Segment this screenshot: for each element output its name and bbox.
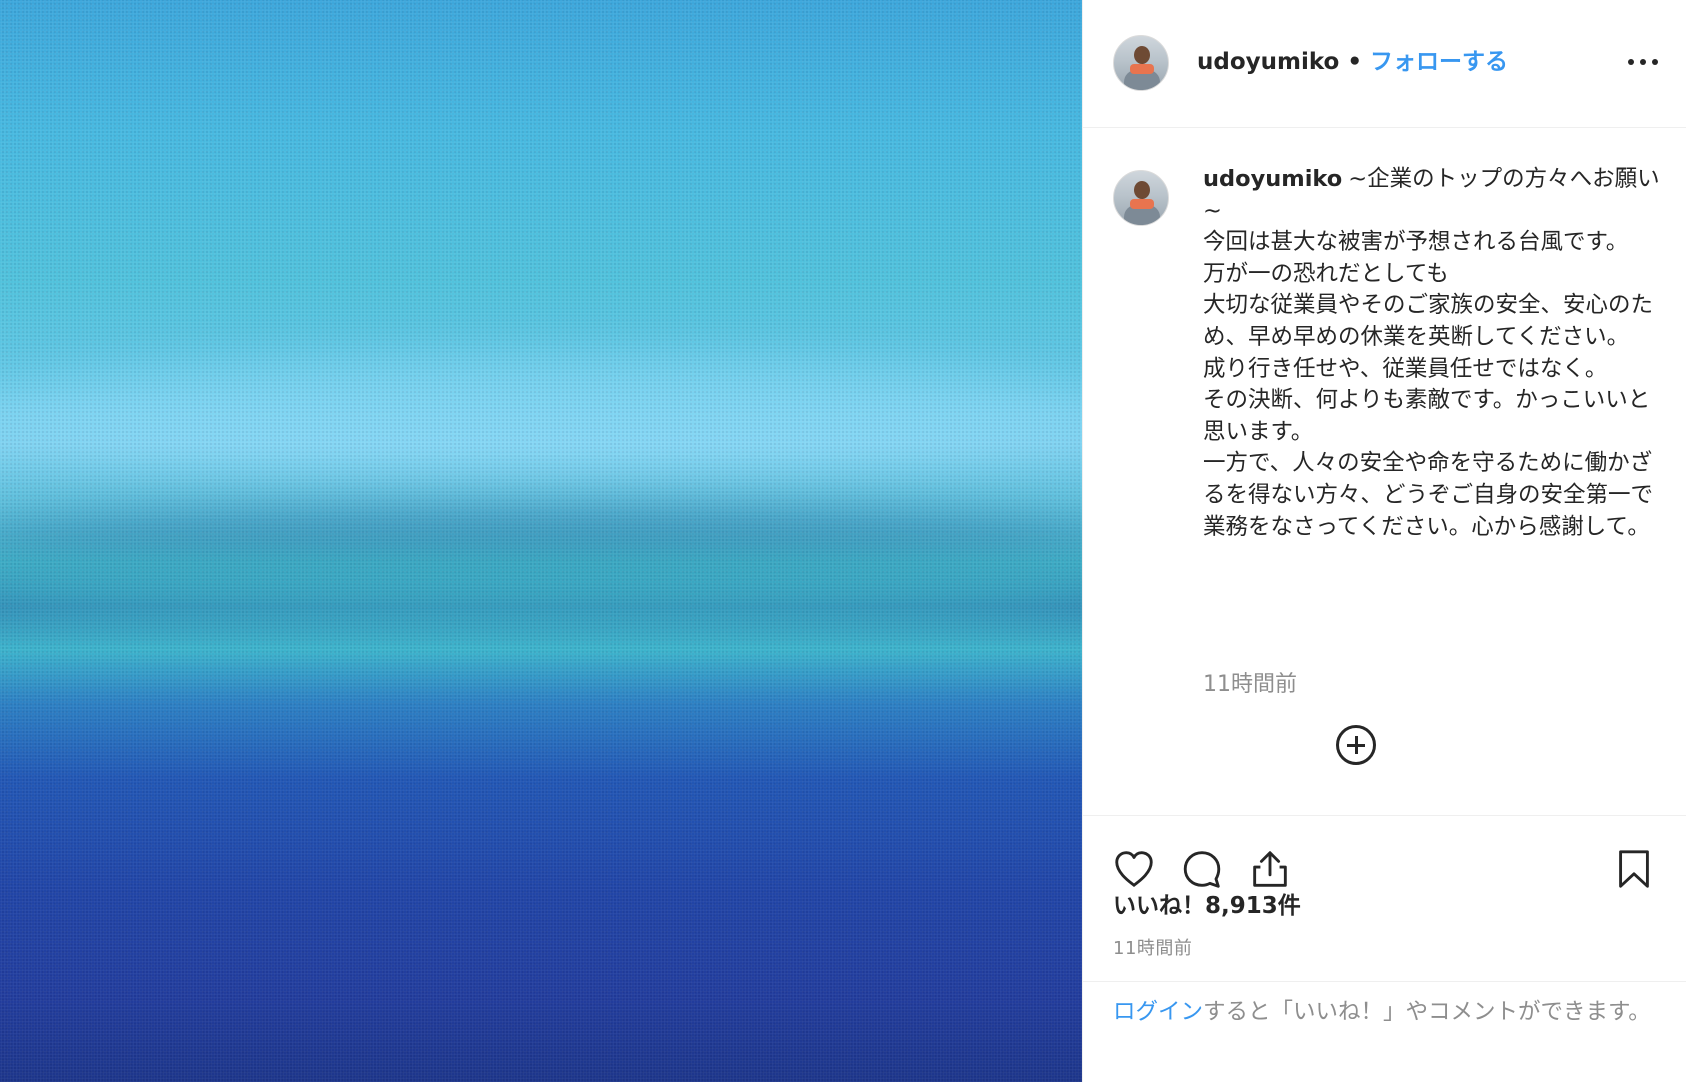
caption-username[interactable]: udoyumiko bbox=[1203, 166, 1342, 192]
caption-line: 一方で、人々の安全や命を守るために働かざるを得ない方々、どうぞご自身の安全第一で… bbox=[1203, 450, 1654, 540]
plus-circle-icon[interactable] bbox=[1336, 725, 1376, 765]
heart-icon[interactable] bbox=[1111, 846, 1157, 892]
instagram-post: udoyumiko • フォローする udoyumiko ~企業のトップの方々へお願い… bbox=[0, 0, 1686, 1082]
post-caption: udoyumiko ~企業のトップの方々へお願い~ 今回は甚大な被害が予想される台… bbox=[1203, 164, 1667, 543]
post-timestamp[interactable]: 11時間前 bbox=[1113, 934, 1192, 960]
login-link[interactable]: ログイン bbox=[1113, 999, 1203, 1025]
follow-button[interactable]: フォローする bbox=[1370, 49, 1508, 75]
caption-line: 成り行き任せや、従業員任せではなく。 bbox=[1203, 355, 1608, 382]
caption-line: その決断、何よりも素敵です。かっこいいと思います。 bbox=[1203, 387, 1651, 445]
action-bar: いいね！8,913件 11時間前 bbox=[1083, 815, 1686, 983]
post-sidebar: udoyumiko • フォローする udoyumiko ~企業のトップの方々へお願い… bbox=[1082, 0, 1686, 1082]
login-prompt: ログインすると「いいね！」やコメントができます。 bbox=[1083, 981, 1686, 1082]
comments-area: udoyumiko ~企業のトップの方々へお願い~ 今回は甚大な被害が予想される台… bbox=[1083, 128, 1686, 815]
comment-bubble-icon[interactable] bbox=[1179, 846, 1225, 892]
caption-line: 万が一の恐れだとしても bbox=[1203, 260, 1449, 287]
login-text: ログインすると「いいね！」やコメントができます。 bbox=[1113, 996, 1653, 1028]
separator-dot: • bbox=[1347, 49, 1363, 75]
share-icon[interactable] bbox=[1247, 846, 1293, 892]
bookmark-icon[interactable] bbox=[1611, 846, 1657, 892]
login-rest: すると「いいね！」やコメントができます。 bbox=[1203, 999, 1651, 1025]
photo-grain bbox=[0, 0, 1082, 1082]
author-username[interactable]: udoyumiko bbox=[1197, 49, 1339, 75]
caption-line: 大切な従業員やそのご家族の安全、安心のため、早め早めの休業を英断してください。 bbox=[1203, 292, 1654, 350]
author-avatar[interactable] bbox=[1113, 35, 1169, 91]
header-text: udoyumiko • フォローする bbox=[1197, 42, 1508, 82]
more-options-icon[interactable] bbox=[1628, 58, 1658, 66]
like-count[interactable]: いいね！8,913件 bbox=[1113, 890, 1301, 922]
comment-timestamp: 11時間前 bbox=[1203, 672, 1297, 697]
post-photo[interactable] bbox=[0, 0, 1082, 1082]
caption-line: 今回は甚大な被害が予想される台風です。 bbox=[1203, 229, 1629, 256]
caption-avatar[interactable] bbox=[1113, 170, 1169, 226]
post-header: udoyumiko • フォローする bbox=[1083, 0, 1686, 128]
